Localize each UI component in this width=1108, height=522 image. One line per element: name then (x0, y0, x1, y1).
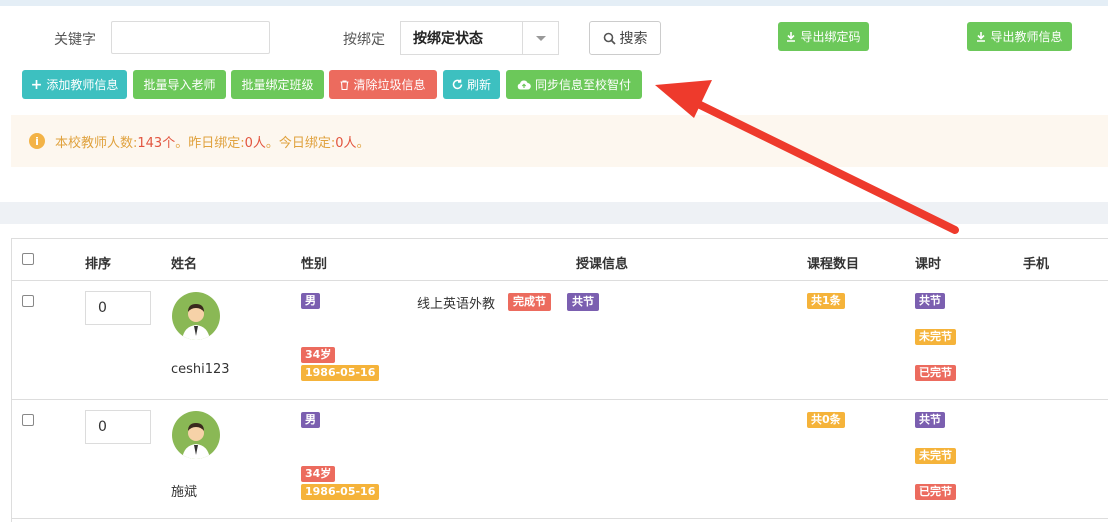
annotation-arrow (655, 80, 959, 234)
